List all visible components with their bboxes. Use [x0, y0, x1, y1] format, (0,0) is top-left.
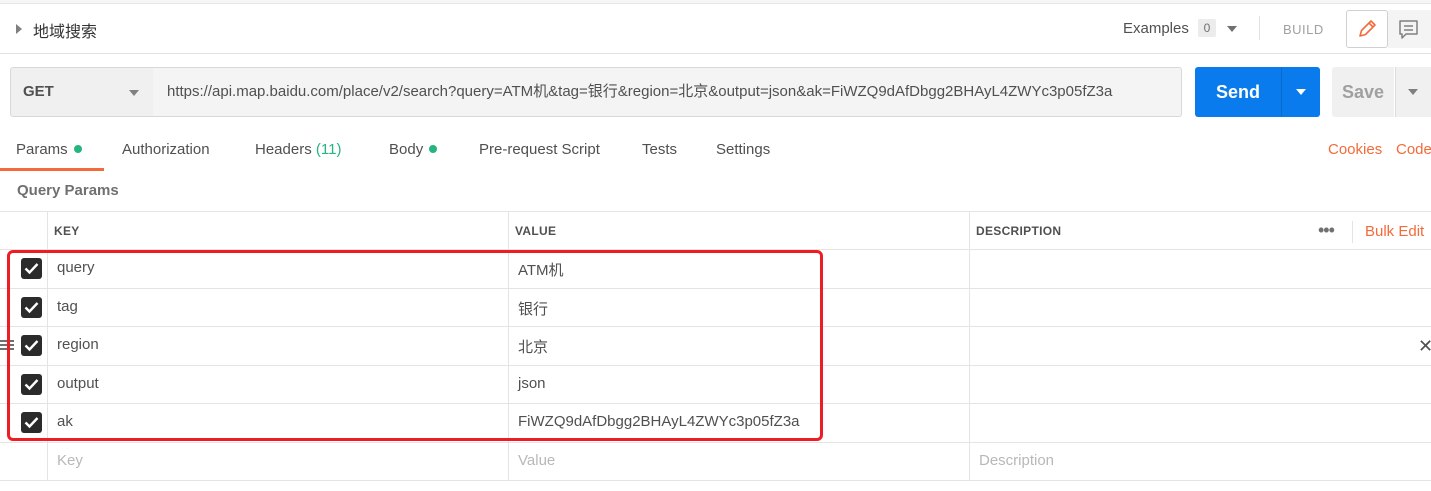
column-divider [47, 211, 48, 481]
param-key[interactable]: output [57, 375, 99, 392]
request-header: 地域搜索 Examples 0 BUILD [0, 4, 1431, 54]
table-header-row: KEY VALUE DESCRIPTION ••• Bulk Edit [0, 211, 1431, 250]
save-options-button[interactable] [1395, 67, 1431, 117]
drag-handle-icon[interactable] [0, 340, 14, 351]
examples-count-badge: 0 [1198, 19, 1216, 37]
row-checkbox[interactable] [21, 335, 42, 356]
tab-settings[interactable]: Settings [716, 141, 770, 158]
param-value[interactable]: json [518, 375, 546, 392]
param-key[interactable]: ak [57, 413, 73, 430]
row-checkbox[interactable] [21, 412, 42, 433]
save-button[interactable]: Save [1332, 67, 1394, 117]
check-icon [24, 263, 39, 275]
check-icon [24, 379, 39, 391]
param-value[interactable]: 银行 [518, 298, 548, 319]
check-icon [24, 302, 39, 314]
pencil-icon [1359, 20, 1376, 37]
new-value-input[interactable]: Value [518, 452, 555, 469]
row-checkbox[interactable] [21, 297, 42, 318]
new-key-input[interactable]: Key [57, 452, 83, 469]
comments-button[interactable] [1388, 10, 1431, 48]
close-icon[interactable]: ✕ [1418, 336, 1431, 357]
send-options-button[interactable] [1281, 67, 1320, 117]
tab-body[interactable]: Body [389, 141, 438, 158]
tab-pre-request-script[interactable]: Pre-request Script [479, 141, 600, 158]
build-label[interactable]: BUILD [1283, 22, 1324, 37]
status-dot [429, 145, 438, 153]
tab-params[interactable]: Params [16, 141, 82, 158]
table-row: query ATM机 [0, 250, 1431, 289]
row-checkbox[interactable] [21, 374, 42, 395]
send-button[interactable]: Send [1195, 67, 1281, 117]
param-value[interactable]: FiWZQ9dAfDbgg2BHAyL4ZWYc3p05fZ3a [518, 413, 800, 430]
column-divider [508, 211, 509, 481]
divider [1352, 221, 1353, 243]
table-row-new: Key Value Description [0, 443, 1431, 481]
comment-icon [1399, 20, 1418, 39]
column-header-key: KEY [54, 224, 80, 238]
chevron-down-icon [1408, 89, 1418, 95]
table-row: ak FiWZQ9dAfDbgg2BHAyL4ZWYc3p05fZ3a [0, 404, 1431, 443]
caret-right-icon[interactable] [16, 24, 22, 34]
cookies-link[interactable]: Cookies [1328, 141, 1382, 158]
column-header-description: DESCRIPTION [976, 224, 1062, 238]
headers-count: (11) [315, 141, 342, 158]
param-key[interactable]: region [57, 336, 99, 353]
bulk-edit-button[interactable]: Bulk Edit [1365, 223, 1424, 240]
param-value[interactable]: 北京 [518, 336, 548, 357]
request-name[interactable]: 地域搜索 [33, 18, 97, 42]
chevron-down-icon[interactable] [1227, 26, 1237, 32]
new-description-input[interactable]: Description [979, 452, 1054, 469]
code-link[interactable]: Code [1396, 141, 1431, 158]
query-params-title: Query Params [17, 182, 119, 199]
chevron-down-icon [1296, 89, 1306, 95]
table-row: tag 银行 [0, 289, 1431, 327]
column-header-value: VALUE [515, 224, 557, 238]
tab-authorization[interactable]: Authorization [122, 141, 210, 158]
divider [1259, 16, 1260, 40]
chevron-down-icon [129, 90, 139, 96]
param-key[interactable]: tag [57, 298, 78, 315]
url-input[interactable]: https://api.map.baidu.com/place/v2/searc… [153, 67, 1182, 117]
check-icon [24, 417, 39, 429]
row-checkbox[interactable] [21, 258, 42, 279]
method-select[interactable]: GET [10, 67, 154, 117]
table-row: region 北京 ✕ [0, 327, 1431, 366]
active-tab-indicator [0, 168, 104, 171]
tab-headers[interactable]: Headers (11) [255, 141, 341, 158]
param-key[interactable]: query [57, 259, 95, 276]
column-divider [969, 211, 970, 481]
more-options-icon[interactable]: ••• [1318, 220, 1335, 241]
edit-button[interactable] [1346, 10, 1388, 48]
examples-label[interactable]: Examples [1123, 20, 1189, 37]
check-icon [24, 340, 39, 352]
param-value[interactable]: ATM机 [518, 259, 564, 280]
method-label: GET [23, 83, 54, 100]
status-dot [73, 145, 82, 153]
table-row: output json [0, 366, 1431, 404]
tab-tests[interactable]: Tests [642, 141, 677, 158]
